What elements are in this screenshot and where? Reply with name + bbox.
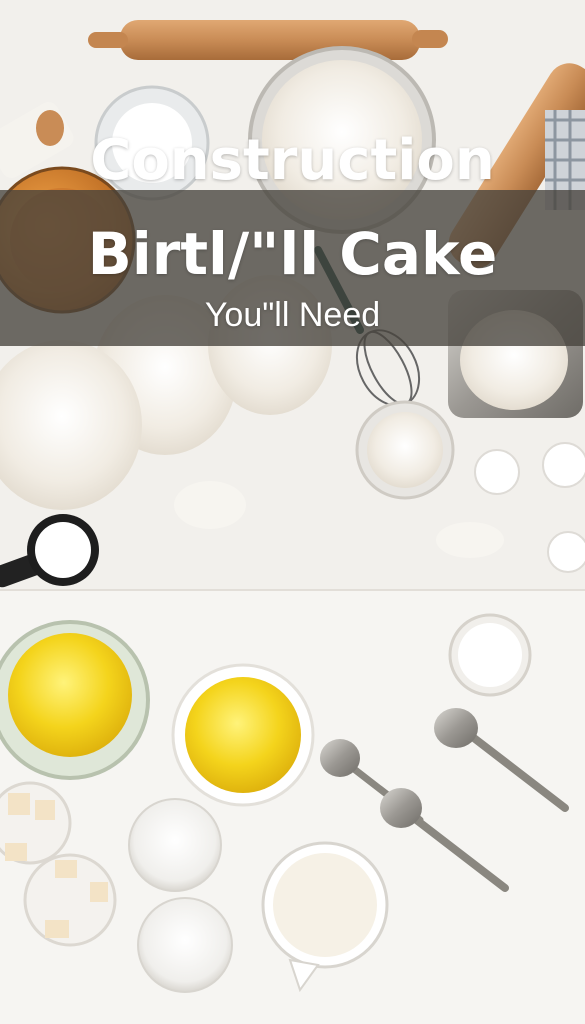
yolk-glass-bowl [0, 620, 150, 780]
rolling-pin-top [88, 20, 448, 60]
small-powder-bowl [355, 400, 455, 500]
title-line-3: You"ll Need [204, 296, 381, 334]
title-line-2: Birtl/"ll Cake [87, 220, 498, 288]
yolk-white-bowl [171, 663, 315, 807]
title-line-1: Construction [90, 128, 495, 193]
cream-cup [448, 613, 532, 697]
